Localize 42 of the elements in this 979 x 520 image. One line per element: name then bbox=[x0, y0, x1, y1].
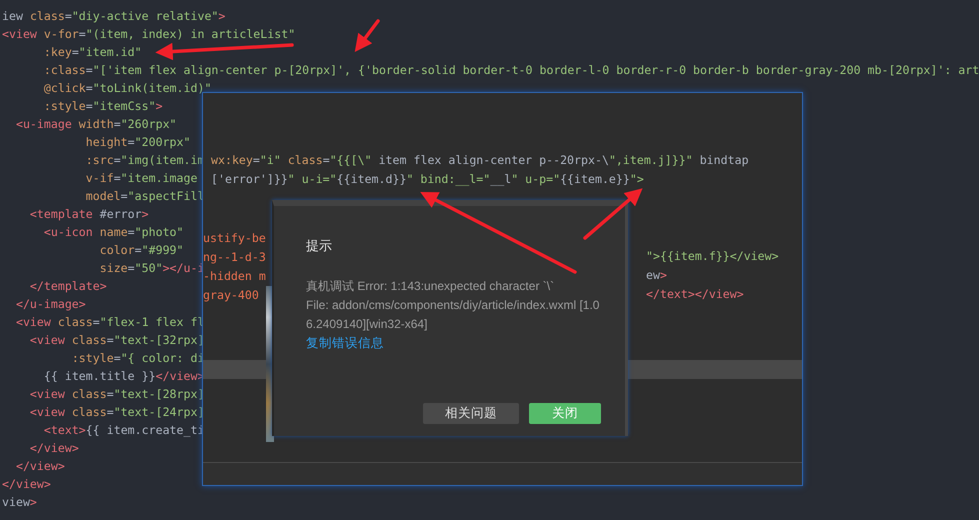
code-line: <view class="text-[24rpx] bbox=[28, 404, 204, 421]
code-line: :class="['item flex align-center p-[20rpx]', {'border-solid border-t-0 border-l-0 border-r-0 border-b border-gray-200 mb-[20rpx]': art bbox=[42, 62, 979, 79]
related-issues-button[interactable]: 相关问题 bbox=[423, 403, 519, 424]
code-line: </u-image> bbox=[14, 296, 86, 313]
code-line: :style="itemCss"> bbox=[42, 98, 163, 115]
code-line: ['error']}}" u-i="{{item.d}}" bind:__l="__l" u-p="{{item.e}}"> bbox=[211, 171, 644, 188]
code-line: </view> bbox=[14, 458, 65, 475]
code-line: view> bbox=[2, 494, 37, 511]
code-fragment: -hidden m bbox=[203, 268, 266, 285]
code-fragment: ustify-be bbox=[203, 230, 266, 247]
code-fragment: ">{{item.f}}</view> bbox=[646, 248, 779, 265]
code-line: </template> bbox=[28, 278, 107, 295]
code-line: @click="toLink(item.id)" bbox=[42, 80, 212, 97]
code-line: :src="img(item.im bbox=[84, 152, 204, 169]
code-line: :key="item.id" bbox=[42, 44, 142, 61]
code-line: wx:key="i" class="{{[\" item flex align-center p--20rpx-\",item.j]}}" bindtap bbox=[211, 152, 749, 169]
code-line: :style="{ color: di bbox=[70, 350, 204, 367]
annotation-arrow bbox=[354, 19, 380, 52]
code-fragment: </text></view> bbox=[646, 286, 744, 303]
code-line: size="50"></u-i bbox=[98, 261, 204, 277]
dialog-title: 提示 bbox=[306, 237, 332, 255]
code-line: <u-icon name="photo" bbox=[42, 224, 184, 241]
code-line: <u-image width="260rpx" bbox=[14, 116, 177, 133]
code-line: </view> bbox=[28, 440, 79, 457]
annotation-arrow bbox=[583, 188, 643, 240]
code-fragment: ew> bbox=[646, 267, 667, 284]
code-line: <text>{{ item.create_ti bbox=[42, 422, 204, 439]
code-line: iew class="diy-active relative"> bbox=[2, 8, 226, 25]
error-message: 真机调试 Error: 1:143:unexpected character `\` File: addon/cms/components/diy/article/index.wxml [1.0 6.2409140][win32-x64] bbox=[306, 278, 600, 333]
code-line: model="aspectFill bbox=[84, 188, 204, 205]
code-line: </view> bbox=[2, 476, 51, 493]
copy-error-link[interactable]: 复制错误信息 bbox=[306, 334, 384, 353]
code-line: <view v-for="(item, index) in articleList" bbox=[2, 26, 296, 43]
code-fragment: ng--1-d-3 bbox=[203, 249, 266, 266]
code-line: v-if="item.image bbox=[84, 170, 198, 187]
code-line: height="200rpx" bbox=[84, 134, 190, 151]
code-fragment: gray-400 bbox=[203, 287, 259, 304]
code-line: <view class="text-[28rpx] bbox=[28, 386, 204, 403]
code-line: <template #error> bbox=[28, 206, 149, 223]
code-line: color="#999" bbox=[98, 242, 184, 259]
close-button[interactable]: 关闭 bbox=[529, 403, 601, 424]
code-line: <view class="text-[32rpx] bbox=[28, 332, 204, 349]
